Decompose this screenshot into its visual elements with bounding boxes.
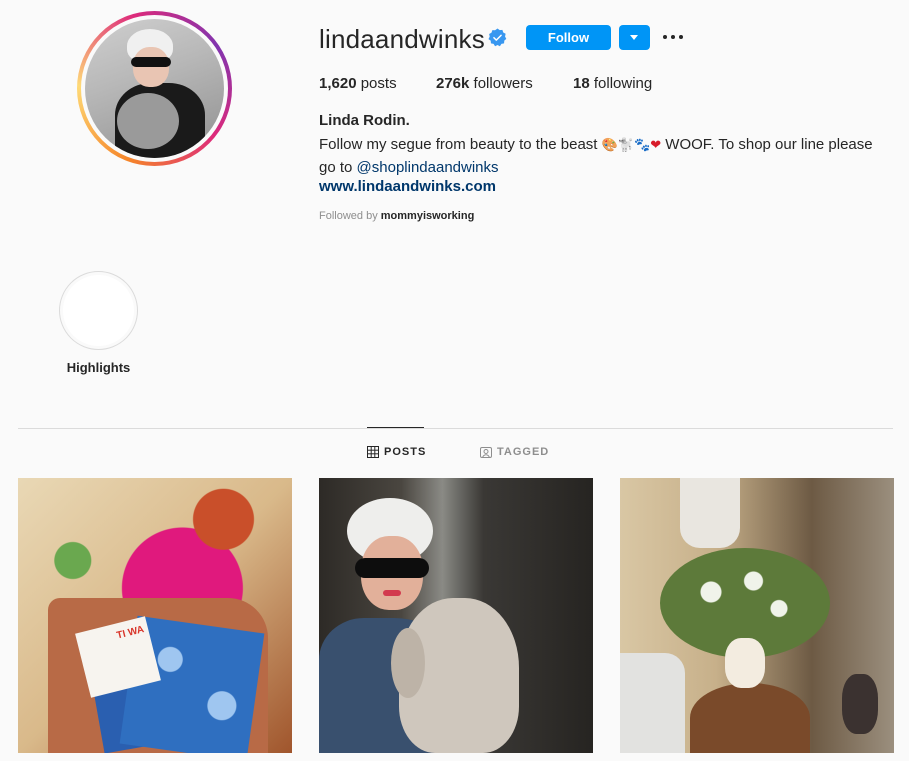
stat-posts: 1,620 posts (319, 75, 397, 92)
suggested-dropdown-button[interactable] (619, 25, 650, 50)
profile-bio: Follow my segue from beauty to the beast… (319, 136, 873, 176)
post-tile[interactable] (620, 478, 894, 753)
followed-by[interactable]: Followed by mommyisworking (319, 210, 474, 222)
more-options-icon[interactable] (661, 27, 687, 47)
highlights-circle[interactable] (59, 271, 138, 350)
tab-tagged[interactable]: TAGGED (480, 446, 549, 458)
palette-emoji: 🎨 (601, 138, 618, 153)
verified-badge-icon (488, 28, 507, 47)
avatar-border (81, 15, 228, 162)
grid-icon (367, 446, 379, 458)
follow-button[interactable]: Follow (526, 25, 611, 50)
profile-full-name: Linda Rodin. (319, 112, 410, 129)
bio-mention-link[interactable]: @shoplindaandwinks (357, 159, 499, 176)
paw-prints-emoji: 🐾 (634, 138, 651, 153)
profile-avatar[interactable] (77, 11, 232, 166)
poodle-emoji: 🐩 (617, 138, 635, 153)
active-tab-indicator (367, 427, 424, 428)
tab-tagged-label: TAGGED (497, 446, 550, 458)
tabs-divider (18, 428, 893, 429)
profile-website-link[interactable]: www.lindaandwinks.com (319, 178, 496, 195)
post-tile[interactable]: TI WA (18, 478, 292, 753)
tab-posts-label: POSTS (384, 446, 427, 458)
post-tile[interactable] (319, 478, 593, 753)
heart-emoji: ❤ (650, 138, 662, 153)
profile-username: lindaandwinks (319, 24, 485, 54)
stat-following[interactable]: 18 following (573, 75, 652, 92)
tab-posts[interactable]: POSTS (367, 446, 426, 458)
avatar-photo (85, 19, 224, 158)
tagged-icon (480, 447, 492, 458)
highlights-label: Highlights (66, 360, 131, 375)
stat-followers[interactable]: 276k followers (436, 75, 533, 92)
chevron-down-icon (630, 35, 638, 40)
